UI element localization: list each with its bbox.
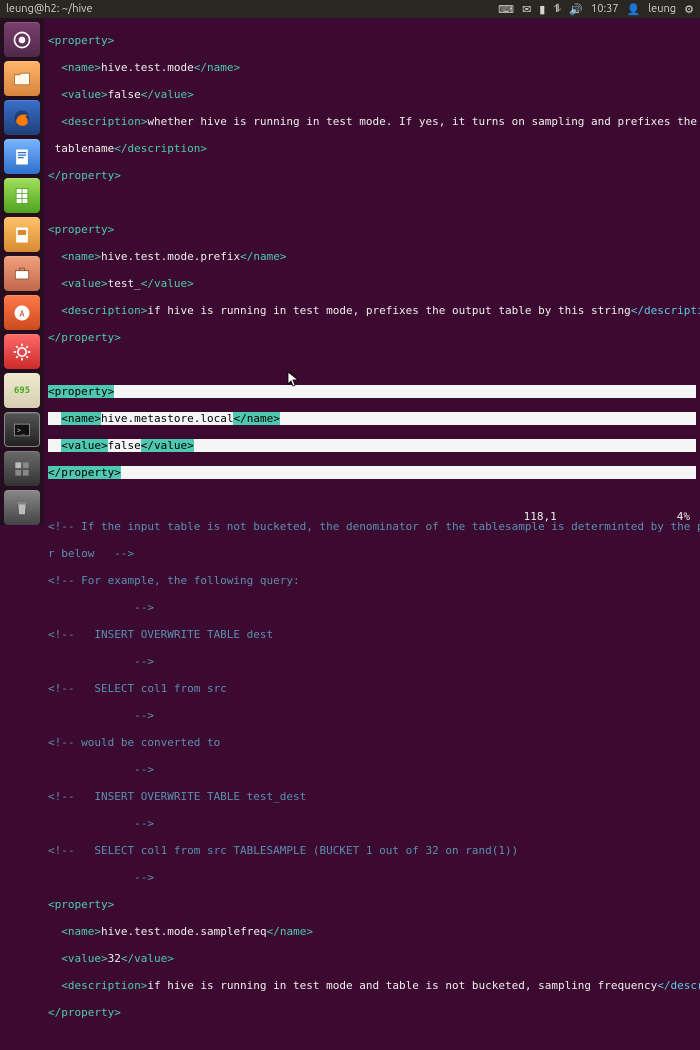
dash-icon[interactable]	[4, 22, 40, 57]
keyboard-icon[interactable]: ⌨	[498, 3, 514, 16]
cursor-position: 118,1	[524, 510, 557, 523]
svg-text:A: A	[19, 308, 24, 318]
window-title: leung@h2: ~/hive	[6, 3, 93, 15]
user-menu[interactable]: leung	[648, 3, 676, 15]
software-icon[interactable]	[4, 256, 40, 291]
scroll-percent: 4%	[677, 510, 690, 523]
impress-icon[interactable]	[4, 217, 40, 252]
battery-icon[interactable]: ▮	[539, 3, 545, 16]
volume-icon[interactable]: 🔊	[569, 3, 583, 16]
svg-text:>_: >_	[17, 426, 25, 434]
software-center-icon[interactable]: A	[4, 295, 40, 330]
vim-status-line: 118,1 4%	[44, 508, 700, 525]
vim-editor-area[interactable]: <property> <name>hive.test.mode</name> <…	[44, 18, 700, 508]
gear-icon[interactable]: ⚙	[684, 3, 694, 16]
settings-icon[interactable]	[4, 334, 40, 369]
mail-icon[interactable]: ✉	[522, 3, 531, 16]
firefox-icon[interactable]	[4, 100, 40, 135]
calc-icon[interactable]	[4, 178, 40, 213]
message-counter-icon[interactable]: 695	[4, 373, 40, 408]
writer-icon[interactable]	[4, 139, 40, 174]
terminal-icon[interactable]: >_	[4, 412, 40, 447]
mouse-cursor-icon	[287, 371, 299, 387]
unity-launcher[interactable]: A 695 >_	[0, 18, 44, 525]
home-folder-icon[interactable]	[4, 61, 40, 96]
network-icon[interactable]: ⥮	[553, 3, 561, 16]
clock-time[interactable]: 10:37	[591, 3, 619, 15]
top-panel[interactable]: leung@h2: ~/hive ⌨ ✉ ▮ ⥮ 🔊 10:37 👤 leung…	[0, 0, 700, 18]
workspace-switcher-icon[interactable]	[4, 451, 40, 486]
trash-icon[interactable]	[4, 490, 40, 525]
user-icon: 👤	[627, 3, 641, 16]
visual-selection: <property>	[48, 385, 696, 399]
